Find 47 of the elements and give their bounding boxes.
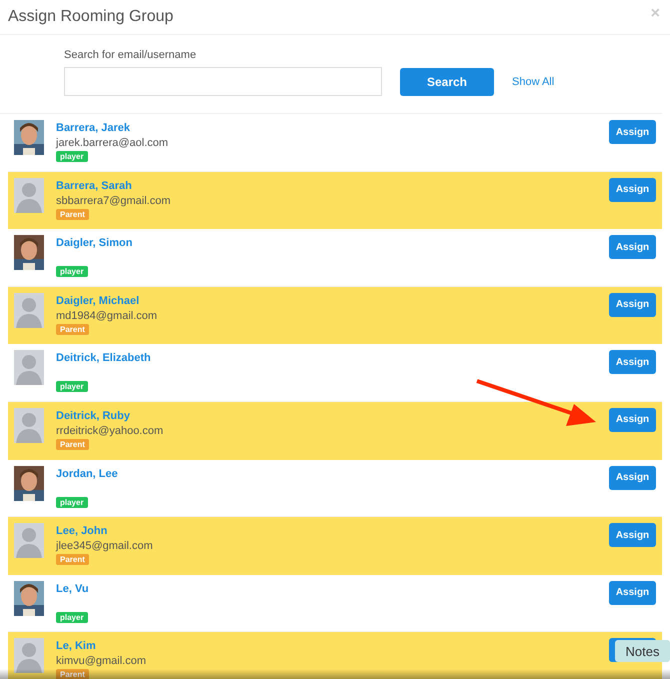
role-label: player <box>56 151 88 162</box>
user-name[interactable]: Barrera, Jarek <box>56 120 609 136</box>
role-label: Parent <box>56 438 89 450</box>
user-email: rrdeitrick@yahoo.com <box>56 424 164 439</box>
role-label: player <box>56 266 88 278</box>
assign-button[interactable]: Assign <box>609 350 656 374</box>
assign-button[interactable]: Assign <box>609 466 656 490</box>
search-label: Search for email/username <box>64 49 198 61</box>
user-email: jlee345@gmail.com <box>56 539 154 554</box>
role-label: player <box>56 612 88 623</box>
user-name[interactable]: Deitrick, Ruby <box>56 408 609 424</box>
user-name[interactable]: Lee, John <box>56 523 609 540</box>
role-label: Parent <box>56 669 89 679</box>
avatar-icon <box>14 638 44 674</box>
avatar-icon <box>14 523 44 558</box>
show-all-link[interactable]: Show All <box>512 76 554 88</box>
user-email: md1984@gmail.com <box>56 308 158 324</box>
user-email: kimvu@gmail.com <box>56 654 148 670</box>
user-name[interactable]: Le, Vu <box>56 580 609 597</box>
assign-button[interactable]: Assign <box>609 523 656 548</box>
avatar-icon <box>14 178 44 213</box>
dialog-title: Assign Rooming Group <box>8 8 174 26</box>
user-name[interactable]: Jordan, Lee <box>56 466 609 482</box>
role-label: Parent <box>56 554 89 566</box>
assign-button[interactable]: Assign <box>609 120 656 144</box>
user-name[interactable]: Daigler, Michael <box>56 292 609 309</box>
role-label: Parent <box>56 208 89 220</box>
user-name[interactable]: Daigler, Simon <box>56 235 609 252</box>
avatar-icon <box>14 292 44 328</box>
user-name[interactable]: Le, Kim <box>56 638 609 654</box>
assign-button[interactable]: Assign <box>609 580 656 605</box>
notes-tooltip[interactable]: Notes <box>615 640 670 662</box>
assign-button[interactable]: Assign <box>609 408 656 432</box>
assign-button[interactable]: Assign <box>609 292 656 317</box>
avatar-icon <box>14 408 44 443</box>
user-email: sbbarrera7@gmail.com <box>56 194 172 209</box>
role-label: player <box>56 381 88 392</box>
search-field[interactable] <box>64 67 382 96</box>
role-label: Parent <box>56 324 89 335</box>
assign-button[interactable]: Assign <box>609 235 656 260</box>
search-button[interactable]: Search <box>400 68 494 96</box>
user-name[interactable]: Barrera, Sarah <box>56 178 609 194</box>
assign-button[interactable]: Assign <box>609 178 656 202</box>
user-email: jarek.barrera@aol.com <box>56 136 170 151</box>
role-label: player <box>56 496 88 508</box>
user-name[interactable]: Deitrick, Elizabeth <box>56 350 609 366</box>
avatar-icon <box>14 350 44 386</box>
